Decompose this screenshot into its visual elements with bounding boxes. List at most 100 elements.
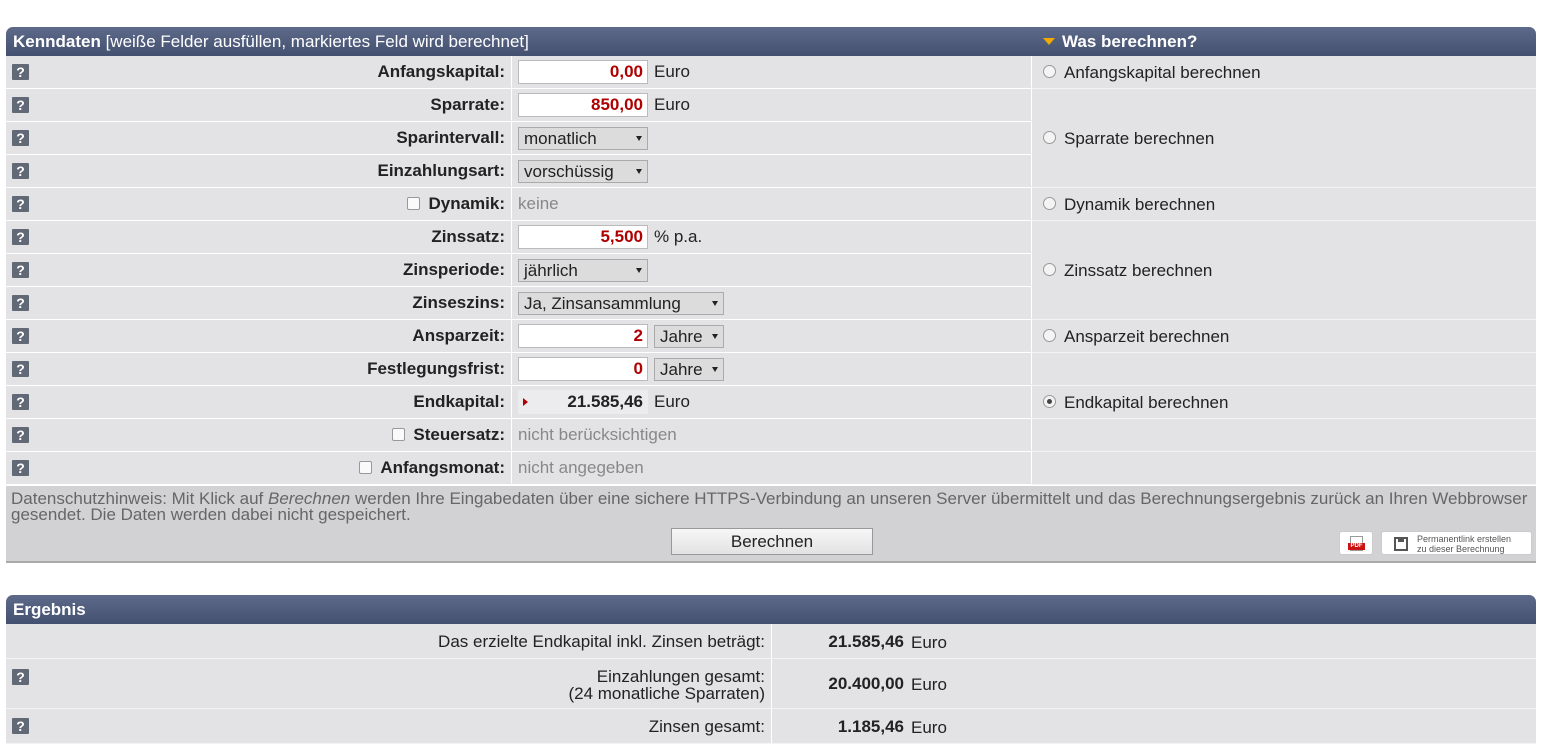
label-ansparzeit: Ansparzeit:	[412, 326, 505, 345]
label-anfangskapital: Anfangskapital:	[377, 62, 505, 81]
label-endkapital: Endkapital:	[413, 392, 505, 411]
result-label: Zinsen gesamt:	[648, 717, 765, 736]
privacy-text: Datenschutzhinweis: Mit Klick auf Berech…	[11, 490, 1531, 523]
radio-dynamik[interactable]	[1043, 197, 1056, 210]
help-icon[interactable]: ?	[12, 262, 29, 278]
help-icon[interactable]: ?	[12, 295, 29, 311]
zinseszins-select[interactable]: Ja, Zinsansammlung	[518, 292, 724, 315]
option-sparrate-label: Sparrate berechnen	[1064, 129, 1215, 148]
einzahlungsart-select[interactable]: vorschüssig	[518, 160, 648, 183]
zinsperiode-select[interactable]: jährlich	[518, 259, 648, 282]
save-disk-icon	[1394, 537, 1408, 551]
dynamik-checkbox[interactable]	[407, 197, 421, 210]
ansparzeit-input[interactable]: 2	[518, 324, 648, 348]
ergebnis-title: Ergebnis	[13, 600, 86, 619]
result-row-endkapital: Das erzielte Endkapital inkl. Zinsen bet…	[6, 624, 1536, 659]
label-einzahlungsart: Einzahlungsart:	[377, 161, 505, 180]
help-icon[interactable]: ?	[12, 669, 29, 685]
festlegungsfrist-input[interactable]: 0	[518, 357, 648, 381]
was-berechnen-title: Was berechnen?	[1062, 32, 1198, 51]
kenndaten-panel: Kenndaten [weiße Felder ausfüllen, marki…	[6, 27, 1536, 563]
option-zinssatz[interactable]: Zinssatz berechnen	[1032, 221, 1536, 320]
help-icon[interactable]: ?	[12, 328, 29, 344]
label-sparintervall: Sparintervall:	[396, 128, 505, 147]
endkapital-output: 21.585,46	[518, 390, 648, 414]
option-empty-1	[1032, 353, 1536, 386]
help-icon[interactable]: ?	[12, 97, 29, 113]
label-dynamik: Dynamik:	[428, 194, 505, 213]
label-festlegungsfrist: Festlegungsfrist:	[367, 359, 505, 378]
result-row-einzahlungen: ? Einzahlungen gesamt: (24 monatliche Spar…	[6, 659, 1536, 709]
unit-endkapital: Euro	[654, 392, 690, 411]
option-empty-2	[1032, 419, 1536, 452]
triangle-down-icon	[1043, 38, 1055, 45]
label-zinsperiode: Zinsperiode:	[402, 260, 505, 279]
permalink-line2: zu dieser Berechnung	[1417, 544, 1505, 554]
result-unit: Euro	[911, 633, 947, 652]
sparrate-input[interactable]: 850,00	[518, 93, 648, 117]
option-sparrate[interactable]: Sparrate berechnen	[1032, 89, 1536, 188]
chevron-down-icon	[636, 136, 642, 141]
label-zinssatz: Zinssatz:	[431, 227, 505, 246]
chevron-down-icon	[712, 334, 718, 339]
ansparzeit-unit-select[interactable]: Jahre	[654, 325, 724, 348]
option-endkapital[interactable]: Endkapital berechnen	[1032, 386, 1536, 419]
option-dynamik[interactable]: Dynamik berechnen	[1032, 188, 1536, 221]
help-icon[interactable]: ?	[12, 64, 29, 80]
berechnen-button[interactable]: Berechnen	[671, 528, 873, 555]
anfangsmonat-value: nicht angegeben	[518, 458, 644, 477]
dynamik-value: keine	[518, 194, 559, 213]
festlegungsfrist-unit-select[interactable]: Jahre	[654, 358, 724, 381]
sparintervall-select[interactable]: monatlich	[518, 127, 648, 150]
kenndaten-header: Kenndaten [weiße Felder ausfüllen, marki…	[6, 27, 1536, 56]
label-zinseszins: Zinseszins:	[412, 293, 505, 312]
chevron-down-icon	[636, 268, 642, 273]
option-dynamik-label: Dynamik berechnen	[1064, 195, 1216, 214]
festlegungsfrist-unit-value: Jahre	[660, 360, 703, 379]
help-icon[interactable]: ?	[12, 196, 29, 212]
help-icon[interactable]: ?	[12, 361, 29, 377]
pdf-button[interactable]: PDF	[1339, 531, 1373, 555]
option-zinssatz-label: Zinssatz berechnen	[1064, 261, 1213, 280]
option-anfangskapital[interactable]: Anfangskapital berechnen	[1032, 56, 1536, 89]
steuersatz-value: nicht berücksichtigen	[518, 425, 677, 444]
help-icon[interactable]: ?	[12, 718, 29, 734]
option-ansparzeit[interactable]: Ansparzeit berechnen	[1032, 320, 1536, 353]
radio-sparrate[interactable]	[1043, 131, 1056, 144]
chevron-down-icon	[712, 301, 718, 306]
radio-ansparzeit[interactable]	[1043, 329, 1056, 342]
result-row-zinsen: ? Zinsen gesamt: 1.185,46 Euro	[6, 709, 1536, 744]
pdf-tag: PDF	[1348, 543, 1365, 550]
anfangsmonat-checkbox[interactable]	[359, 461, 373, 474]
result-value: 20.400,00	[828, 674, 904, 693]
radio-zinssatz[interactable]	[1043, 263, 1056, 276]
help-icon[interactable]: ?	[12, 427, 29, 443]
ergebnis-panel: Ergebnis Das erzielte Endkapital inkl. Z…	[6, 595, 1536, 744]
einzahlungsart-value: vorschüssig	[524, 162, 614, 181]
privacy-note: Datenschutzhinweis: Mit Klick auf Berech…	[6, 486, 1536, 563]
option-anfangskapital-label: Anfangskapital berechnen	[1064, 63, 1261, 82]
label-steuersatz: Steuersatz:	[413, 425, 505, 444]
zinssatz-input[interactable]: 5,500	[518, 225, 648, 249]
help-icon[interactable]: ?	[12, 394, 29, 410]
option-empty-3	[1032, 452, 1536, 485]
help-icon[interactable]: ?	[12, 460, 29, 476]
ansparzeit-unit-value: Jahre	[660, 327, 703, 346]
kenndaten-title: Kenndaten	[13, 32, 101, 51]
result-unit: Euro	[911, 675, 947, 694]
radio-anfangskapital[interactable]	[1043, 65, 1056, 78]
endkapital-value: 21.585,46	[567, 392, 643, 411]
help-icon[interactable]: ?	[12, 229, 29, 245]
anfangskapital-input[interactable]: 0,00	[518, 60, 648, 84]
help-icon[interactable]: ?	[12, 163, 29, 179]
result-unit: Euro	[911, 718, 947, 737]
permalink-line1: Permanentlink erstellen	[1417, 534, 1512, 544]
permalink-button[interactable]: Permanentlink erstellen zu dieser Berechn…	[1381, 531, 1532, 555]
radio-endkapital[interactable]	[1043, 395, 1056, 408]
chevron-down-icon	[636, 169, 642, 174]
help-icon[interactable]: ?	[12, 130, 29, 146]
steuersatz-checkbox[interactable]	[392, 428, 406, 441]
label-sparrate: Sparrate:	[430, 95, 505, 114]
arrow-right-icon	[523, 398, 528, 406]
result-label: Das erzielte Endkapital inkl. Zinsen bet…	[438, 632, 765, 651]
